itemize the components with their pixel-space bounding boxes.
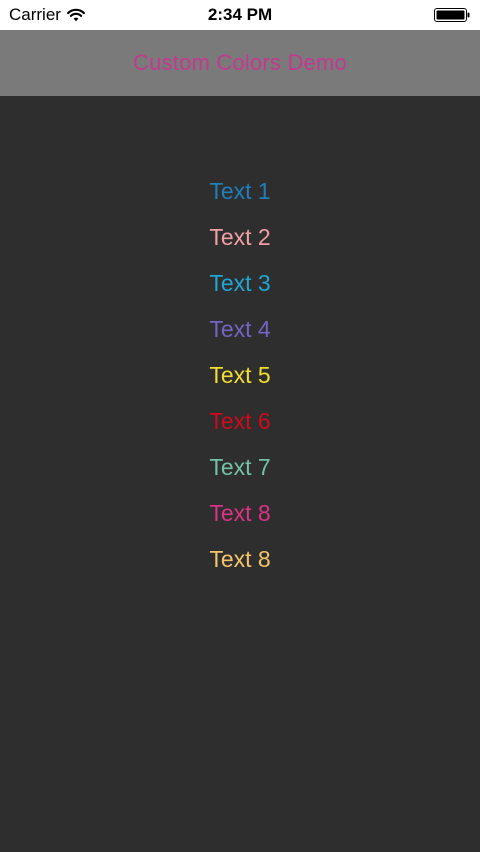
status-bar: Carrier 2:34 PM	[0, 0, 480, 30]
colored-text-list: Text 1 Text 2 Text 3 Text 4 Text 5 Text 6 Text…	[0, 168, 480, 582]
text-label-8: Text 8	[209, 499, 271, 526]
content-area: Text 1 Text 2 Text 3 Text 4 Text 5 Text 6 Text…	[0, 96, 480, 852]
status-time: 2:34 PM	[207, 5, 273, 24]
text-label-1: Text 1	[209, 177, 271, 204]
nav-title: Custom Colors Demo	[133, 50, 347, 75]
text-label-2: Text 2	[209, 223, 271, 250]
text-label-6: Text 6	[209, 407, 271, 434]
text-label-5: Text 5	[209, 361, 271, 388]
text-label-9: Text 8	[209, 545, 271, 572]
navigation-bar: Custom Colors Demo	[0, 30, 480, 96]
text-label-3: Text 3	[209, 269, 271, 296]
battery-icon	[434, 8, 471, 22]
text-label-4: Text 4	[209, 315, 271, 342]
text-label-7: Text 7	[209, 453, 271, 480]
